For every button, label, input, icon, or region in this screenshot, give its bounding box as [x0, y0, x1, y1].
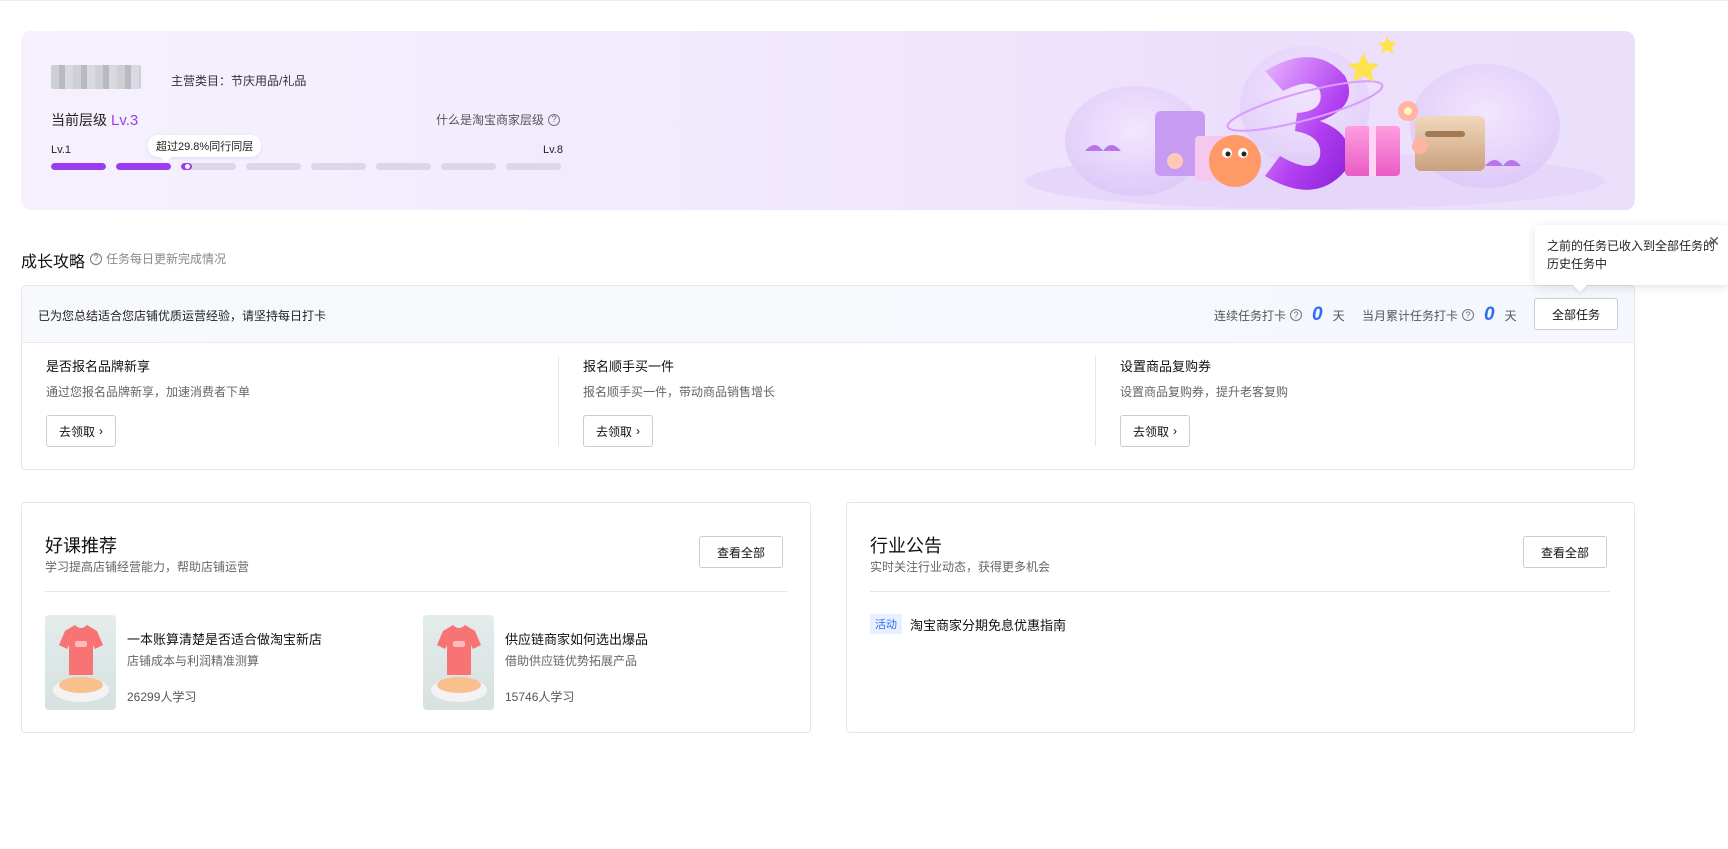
task-desc: 设置商品复购券，提升老客复购 — [1120, 385, 1289, 399]
growth-subtitle-text: 任务每日更新完成情况 — [106, 252, 227, 266]
consecutive-value: 0 — [1312, 304, 1323, 325]
level-segment — [116, 163, 171, 170]
level-segment — [376, 163, 431, 170]
merchant-level-banner: 主营类目：节庆用品/礼品 当前层级 Lv.3 什么是淘宝商家层级 ? Lv.1 L… — [21, 31, 1635, 210]
task-item: 报名顺手买一件 报名顺手买一件，带动商品销售增长 去领取 › — [583, 356, 1103, 456]
course-item[interactable]: 一本账算清楚是否适合做淘宝新店 店铺成本与利润精准测算 26299人学习 — [45, 615, 405, 710]
shirt-illustration-icon — [431, 625, 487, 702]
level-segment — [506, 163, 561, 170]
level-end-label: Lv.8 — [543, 144, 563, 156]
peer-comparison-tooltip: 超过29.8%同行同层 — [148, 135, 262, 157]
growth-section-subtitle: ? 任务每日更新完成情况 — [90, 250, 226, 267]
course-learner-count: 15746人学习 — [505, 690, 575, 704]
level-segment — [181, 163, 236, 170]
monthly-checkin-stat: 当月累计任务打卡 ? 0 天 — [1362, 304, 1517, 326]
courses-view-all-button[interactable]: 查看全部 — [699, 536, 783, 568]
level-segment-fill — [116, 163, 171, 170]
task-desc: 通过您报名品牌新享，加速消费者下单 — [46, 385, 251, 399]
level-segment — [441, 163, 496, 170]
current-level: 当前层级 Lv.3 — [51, 110, 138, 130]
current-level-label: 当前层级 — [51, 112, 107, 128]
top-divider — [0, 0, 1728, 1]
notices-view-all-button[interactable]: 查看全部 — [1523, 536, 1607, 568]
course-recommend-card: 好课推荐 学习提高店铺经营能力，帮助店铺运营 查看全部 一本账算清楚是否适合做淘… — [21, 502, 811, 733]
task-desc: 报名顺手买一件，带动商品销售增长 — [583, 385, 776, 399]
notice-item[interactable]: 活动 淘宝商家分期免息优惠指南 — [870, 614, 1066, 634]
claim-button-label[interactable]: 去领取 — [59, 423, 95, 440]
task-title: 报名顺手买一件 — [583, 359, 675, 374]
growth-section-title: 成长攻略 — [21, 254, 86, 271]
level-current-marker — [185, 164, 190, 169]
task-card: 已为您总结适合您店铺优质运营经验，请坚持每日打卡 连续任务打卡 ? 0 天 当月… — [21, 285, 1635, 470]
level-segment — [246, 163, 301, 170]
notice-card-title: 行业公告 — [870, 536, 942, 556]
course-desc: 借助供应链优势拓展产品 — [505, 654, 638, 668]
main-category: 主营类目：节庆用品/礼品 — [171, 74, 307, 88]
task-item: 是否报名品牌新享 通过您报名品牌新享，加速消费者下单 去领取 › — [46, 356, 566, 456]
card-divider — [45, 591, 787, 592]
task-item: 设置商品复购券 设置商品复购券，提升老客复购 去领取 › — [1120, 356, 1634, 456]
notice-tag: 活动 — [870, 614, 902, 634]
day-unit: 天 — [1332, 308, 1345, 323]
chevron-right-icon: › — [636, 424, 640, 438]
monthly-value: 0 — [1484, 304, 1495, 325]
course-learner-count: 26299人学习 — [127, 690, 197, 704]
card-divider — [870, 591, 1610, 592]
course-item[interactable]: 供应链商家如何选出爆品 借助供应链优势拓展产品 15746人学习 — [423, 615, 783, 710]
task-card-header: 已为您总结适合您店铺优质运营经验，请坚持每日打卡 连续任务打卡 ? 0 天 当月… — [22, 286, 1634, 343]
level-segment — [51, 163, 106, 170]
chevron-right-icon: › — [1173, 424, 1177, 438]
history-tasks-popover: 之前的任务已收入到全部任务的历史任务中 ✕ — [1535, 225, 1728, 285]
shirt-illustration-icon — [53, 625, 109, 702]
help-icon[interactable]: ? — [90, 252, 102, 265]
help-icon[interactable]: ? — [548, 113, 561, 126]
column-divider — [558, 356, 559, 446]
claim-button[interactable]: 去领取 › — [583, 415, 653, 447]
claim-button-label[interactable]: 去领取 — [1133, 423, 1169, 440]
shop-name-blurred — [51, 65, 141, 89]
chevron-right-icon: › — [99, 424, 103, 438]
task-title: 是否报名品牌新享 — [46, 359, 151, 374]
course-thumbnail[interactable] — [423, 615, 494, 710]
popover-text: 之前的任务已收入到全部任务的历史任务中 — [1547, 239, 1716, 271]
consecutive-checkin-stat: 连续任务打卡 ? 0 天 — [1214, 304, 1345, 326]
claim-button-label[interactable]: 去领取 — [596, 423, 632, 440]
close-icon[interactable]: ✕ — [1708, 232, 1720, 250]
task-title: 设置商品复购券 — [1120, 359, 1212, 374]
course-title[interactable]: 供应链商家如何选出爆品 — [505, 629, 648, 648]
course-card-subtitle: 学习提高店铺经营能力，帮助店铺运营 — [45, 560, 250, 574]
course-card-title: 好课推荐 — [45, 536, 117, 556]
column-divider — [1095, 356, 1096, 446]
help-icon[interactable]: ? — [1462, 309, 1475, 321]
notice-card-subtitle: 实时关注行业动态，获得更多机会 — [870, 560, 1051, 574]
level-start-label: Lv.1 — [51, 144, 71, 156]
industry-notice-card: 行业公告 实时关注行业动态，获得更多机会 查看全部 活动 淘宝商家分期免息优惠指… — [846, 502, 1635, 733]
level-segment-fill — [51, 163, 106, 170]
task-tip: 已为您总结适合您店铺优质运营经验，请坚持每日打卡 — [38, 309, 327, 323]
consecutive-label: 连续任务打卡 — [1214, 308, 1287, 323]
course-title[interactable]: 一本账算清楚是否适合做淘宝新店 — [127, 629, 322, 648]
course-desc: 店铺成本与利润精准测算 — [127, 654, 260, 668]
level-3-illustration — [1025, 36, 1605, 209]
claim-button[interactable]: 去领取 › — [46, 415, 116, 447]
claim-button[interactable]: 去领取 › — [1120, 415, 1190, 447]
monthly-label: 当月累计任务打卡 — [1362, 308, 1459, 323]
what-is-level-link[interactable]: 什么是淘宝商家层级 ? — [436, 111, 561, 128]
day-unit: 天 — [1504, 308, 1517, 323]
notice-title[interactable]: 淘宝商家分期免息优惠指南 — [910, 615, 1066, 634]
all-tasks-button[interactable]: 全部任务 — [1534, 298, 1618, 330]
what-is-level-text[interactable]: 什么是淘宝商家层级 — [436, 111, 544, 128]
course-thumbnail[interactable] — [45, 615, 116, 710]
level-segment — [311, 163, 366, 170]
help-icon[interactable]: ? — [1290, 309, 1303, 321]
level-progress-bar — [51, 163, 561, 170]
current-level-value: Lv.3 — [111, 112, 139, 129]
